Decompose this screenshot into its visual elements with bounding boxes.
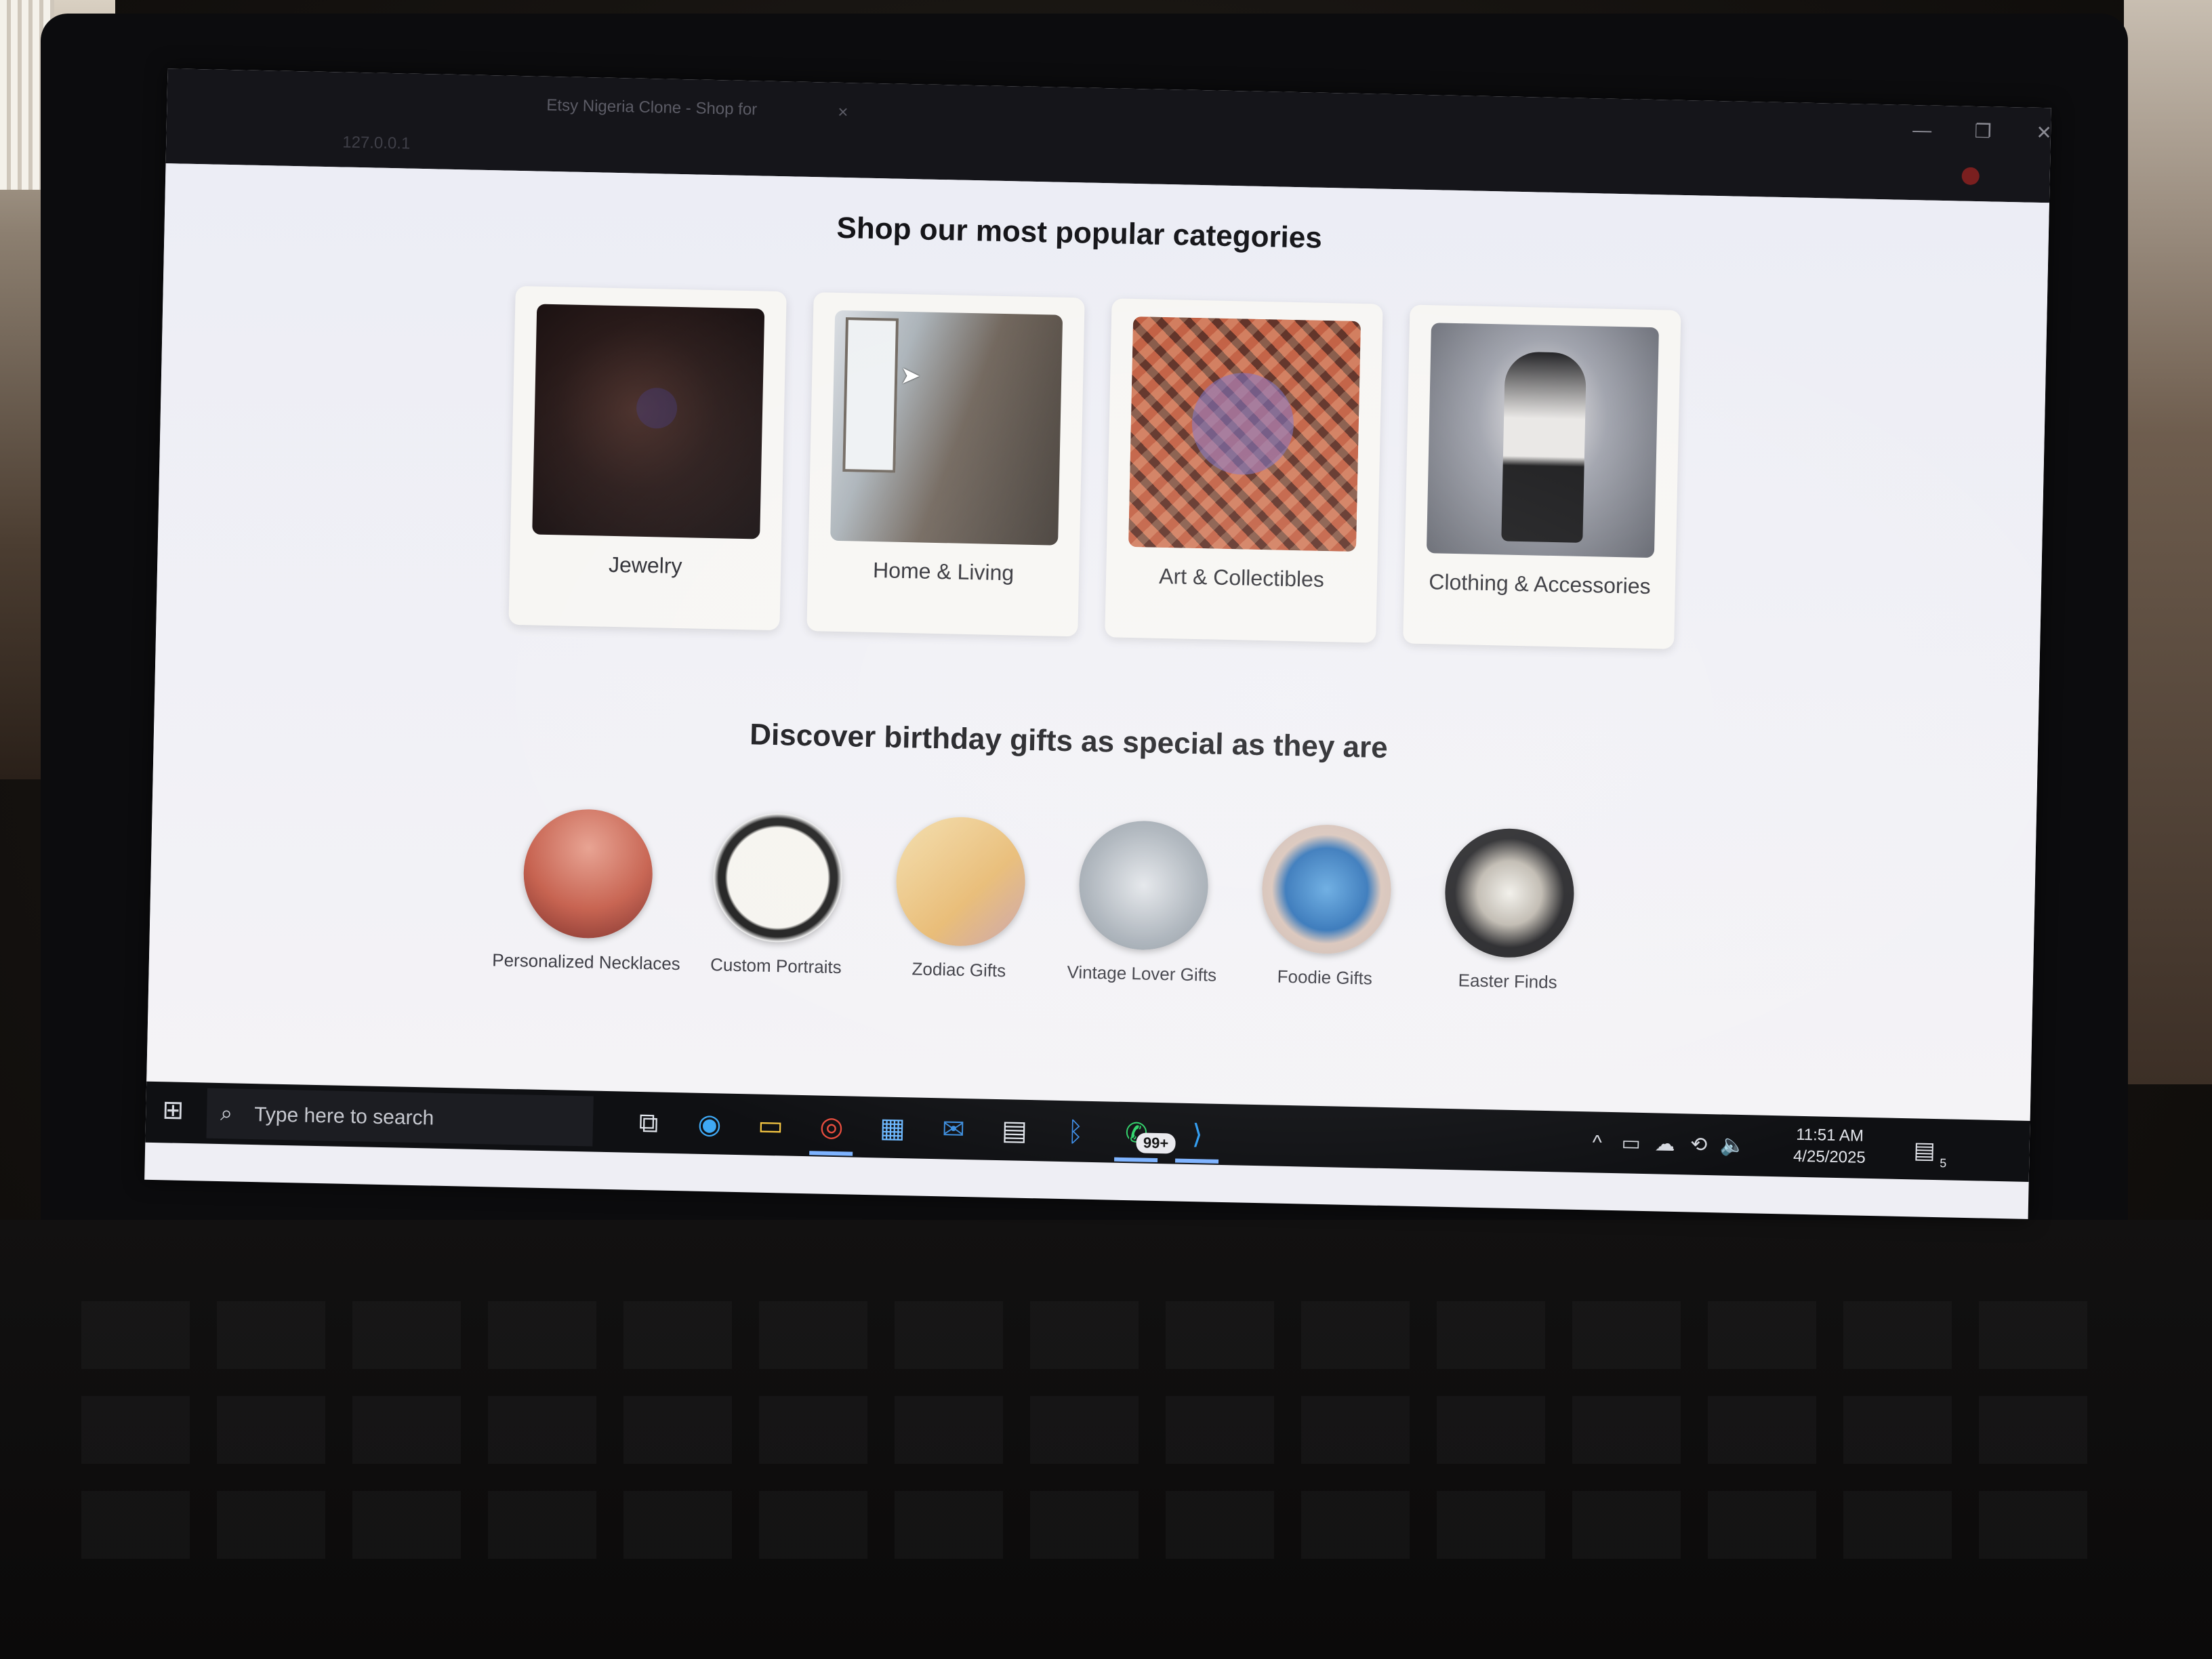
- windows-start-icon[interactable]: ⊞: [159, 1096, 187, 1125]
- jewelry-image: [532, 304, 765, 539]
- room-background-right: [2124, 0, 2212, 1084]
- person-figure: [1501, 351, 1587, 543]
- popular-categories-title: Shop our most popular categories: [836, 211, 1323, 255]
- gift-custom-portraits[interactable]: Custom Portraits: [690, 812, 857, 1019]
- gift-label: Personalized Necklaces: [491, 949, 681, 975]
- task-view-icon[interactable]: ⧉: [626, 1101, 670, 1145]
- key-row: [81, 1301, 2087, 1369]
- category-label: Clothing & Accessories: [1429, 569, 1651, 599]
- taskbar-search[interactable]: ⌕ Type here to search: [206, 1088, 594, 1147]
- whatsapp-active-indicator: [1114, 1157, 1158, 1163]
- gift-vintage-lover-gifts[interactable]: Vintage Lover Gifts: [1056, 819, 1223, 1026]
- volume-icon[interactable]: 🔈: [1717, 1130, 1748, 1161]
- key-row: [81, 1396, 2087, 1464]
- gift-zodiac-gifts[interactable]: Zodiac Gifts: [873, 815, 1040, 1022]
- home-living-image: [830, 310, 1063, 546]
- laptop-keyboard: [0, 1220, 2212, 1659]
- category-label: Jewelry: [608, 552, 682, 579]
- art-collectibles-image: [1128, 316, 1361, 552]
- gift-label: Vintage Lover Gifts: [1067, 962, 1217, 985]
- key-row: [81, 1491, 2087, 1559]
- bluetooth-icon[interactable]: ᛒ: [1053, 1110, 1097, 1154]
- gift-personalized-necklaces[interactable]: Personalized Necklaces: [492, 808, 680, 1015]
- clothing-image: [1426, 323, 1659, 558]
- address-bar[interactable]: 127.0.0.1: [342, 127, 614, 163]
- search-icon: ⌕: [220, 1101, 233, 1126]
- gift-label: Easter Finds: [1458, 970, 1557, 993]
- category-label: Home & Living: [872, 558, 1015, 586]
- battery-icon[interactable]: ▭: [1616, 1128, 1646, 1159]
- taskbar-clock[interactable]: 11:51 AM 4/25/2025: [1778, 1124, 1881, 1173]
- jewelry-sparkle: [636, 387, 678, 429]
- whatsapp-badge: 99+: [1136, 1132, 1176, 1154]
- easter-image: [1443, 827, 1576, 959]
- window-shape: [842, 317, 899, 473]
- mouse-cursor-icon: ➤: [899, 361, 921, 390]
- tab-close-icon[interactable]: ×: [838, 96, 865, 128]
- birthday-gifts-title: Discover birthday gifts as special as th…: [749, 718, 1389, 764]
- portrait-image: [712, 812, 844, 944]
- calculator-icon[interactable]: ▤: [992, 1109, 1036, 1153]
- gift-label: Foodie Gifts: [1277, 966, 1373, 989]
- clock-time: 11:51 AM: [1795, 1125, 1864, 1145]
- vscode-icon[interactable]: ⟩: [1175, 1113, 1219, 1157]
- vscode-active-indicator: [1174, 1158, 1219, 1164]
- chevron-up-icon[interactable]: ^: [1582, 1128, 1612, 1158]
- minimize-button[interactable]: —: [1902, 113, 1943, 148]
- page-content: Shop our most popular categories Jewelry…: [146, 163, 2049, 1121]
- vintage-image: [1078, 819, 1210, 951]
- store-icon[interactable]: ▦: [870, 1106, 914, 1150]
- category-label: Art & Collectibles: [1158, 563, 1325, 592]
- edge-icon[interactable]: ◉: [687, 1102, 731, 1146]
- close-button[interactable]: ✕: [2024, 115, 2051, 150]
- gift-label: Zodiac Gifts: [912, 958, 1006, 981]
- chrome-icon[interactable]: ◎: [809, 1105, 853, 1149]
- necklace-image: [522, 808, 654, 940]
- browser-tab[interactable]: Etsy Nigeria Clone - Shop for: [546, 90, 832, 127]
- gift-easter-finds[interactable]: Easter Finds: [1422, 827, 1589, 1033]
- network-icon[interactable]: ⟲: [1683, 1130, 1714, 1160]
- notification-count: 5: [1940, 1156, 1947, 1170]
- chrome-active-indicator: [809, 1151, 853, 1156]
- search-placeholder: Type here to search: [253, 1103, 434, 1130]
- onedrive-icon[interactable]: ☁: [1650, 1129, 1680, 1160]
- category-card-home-living[interactable]: Home & Living: [806, 292, 1085, 637]
- laptop-screen: Etsy Nigeria Clone - Shop for × 127.0.0.…: [144, 68, 2051, 1219]
- category-card-jewelry[interactable]: Jewelry: [508, 285, 787, 631]
- clock-date: 4/25/2025: [1793, 1147, 1866, 1167]
- zodiac-image: [895, 815, 1027, 947]
- gift-foodie-gifts[interactable]: Foodie Gifts: [1239, 823, 1406, 1030]
- category-card-clothing-accessories[interactable]: Clothing & Accessories: [1403, 304, 1681, 649]
- gift-label: Custom Portraits: [710, 954, 842, 978]
- profile-avatar[interactable]: [1961, 167, 1980, 186]
- category-card-art-collectibles[interactable]: Art & Collectibles: [1105, 298, 1383, 643]
- mail-icon[interactable]: ✉: [931, 1107, 975, 1151]
- foodie-image: [1261, 823, 1393, 956]
- file-explorer-icon[interactable]: ▭: [748, 1103, 792, 1147]
- restore-button[interactable]: ❐: [1963, 115, 2004, 149]
